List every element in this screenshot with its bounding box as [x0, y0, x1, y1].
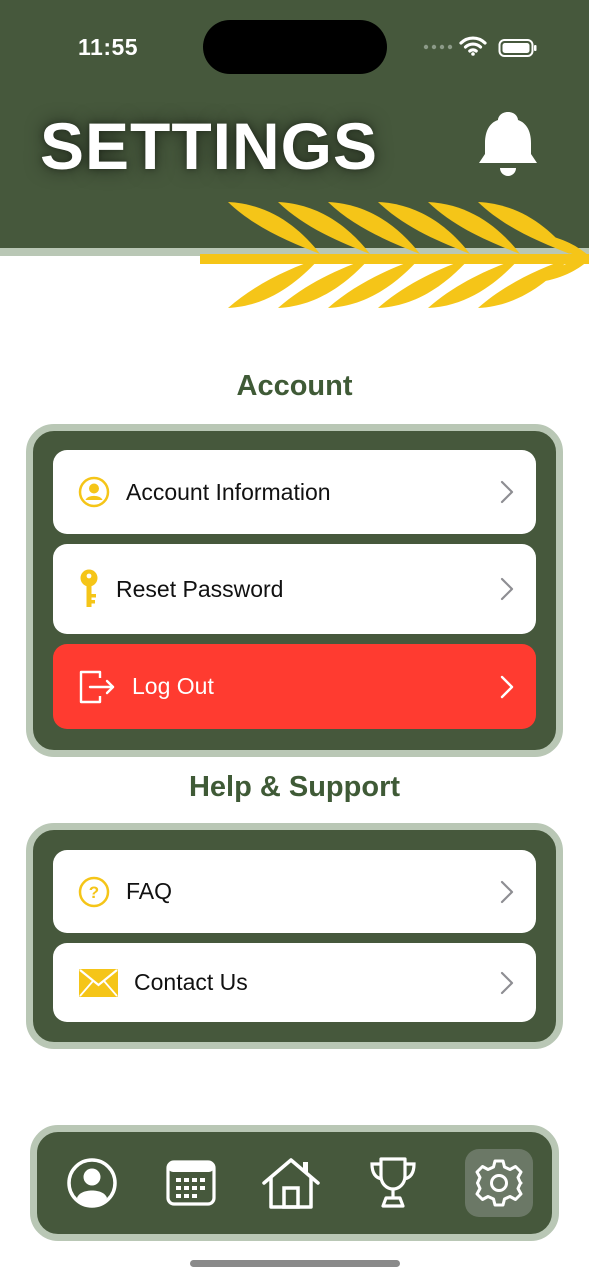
tab-home[interactable]	[257, 1149, 325, 1217]
log-out-label: Log Out	[132, 673, 214, 699]
account-information-label: Account Information	[126, 478, 331, 505]
tab-profile[interactable]	[58, 1149, 126, 1217]
home-icon	[262, 1158, 320, 1209]
trophy-icon	[370, 1157, 416, 1208]
calendar-icon	[166, 1160, 216, 1206]
chevron-right-icon	[500, 577, 514, 601]
tab-bar	[30, 1125, 559, 1241]
tab-settings[interactable]	[465, 1149, 533, 1217]
chevron-right-icon	[500, 675, 514, 698]
help-support-heading: Help & Support	[188, 771, 401, 803]
tab-trophy[interactable]	[359, 1149, 427, 1217]
reset-password-label: Reset Password	[116, 575, 284, 602]
account-information-row[interactable]: Account Information	[53, 450, 536, 534]
wifi-icon	[459, 36, 487, 56]
faq-row[interactable]: ? FAQ	[53, 850, 536, 933]
support-panel: ? FAQ Contact Us	[26, 823, 563, 1049]
chevron-right-icon	[500, 880, 514, 903]
account-panel: Account Information Reset Password Log O…	[26, 424, 563, 757]
home-indicator	[190, 1260, 400, 1267]
account-heading: Account	[236, 370, 353, 402]
chevron-right-icon	[500, 971, 514, 994]
gear-icon	[475, 1159, 523, 1207]
tab-calendar[interactable]	[157, 1149, 225, 1217]
contact-us-label: Contact Us	[134, 969, 248, 995]
battery-icon	[498, 39, 537, 57]
signal-icon	[423, 44, 453, 50]
envelope-icon	[79, 968, 118, 997]
log-out-button[interactable]: Log Out	[53, 644, 536, 729]
question-circle-icon: ?	[78, 876, 110, 907]
faq-label: FAQ	[126, 878, 173, 904]
page-title: SETTINGS	[40, 109, 379, 183]
dynamic-island	[203, 20, 387, 74]
svg-text:?: ?	[89, 883, 99, 902]
wheat-decoration	[200, 202, 589, 308]
profile-icon	[67, 1158, 117, 1208]
logout-icon	[79, 670, 115, 703]
bell-icon[interactable]	[474, 108, 542, 180]
status-time: 11:55	[78, 34, 139, 60]
contact-us-row[interactable]: Contact Us	[53, 943, 536, 1022]
user-circle-icon	[78, 476, 110, 508]
chevron-right-icon	[500, 480, 514, 504]
reset-password-row[interactable]: Reset Password	[53, 544, 536, 634]
key-icon	[80, 569, 98, 607]
